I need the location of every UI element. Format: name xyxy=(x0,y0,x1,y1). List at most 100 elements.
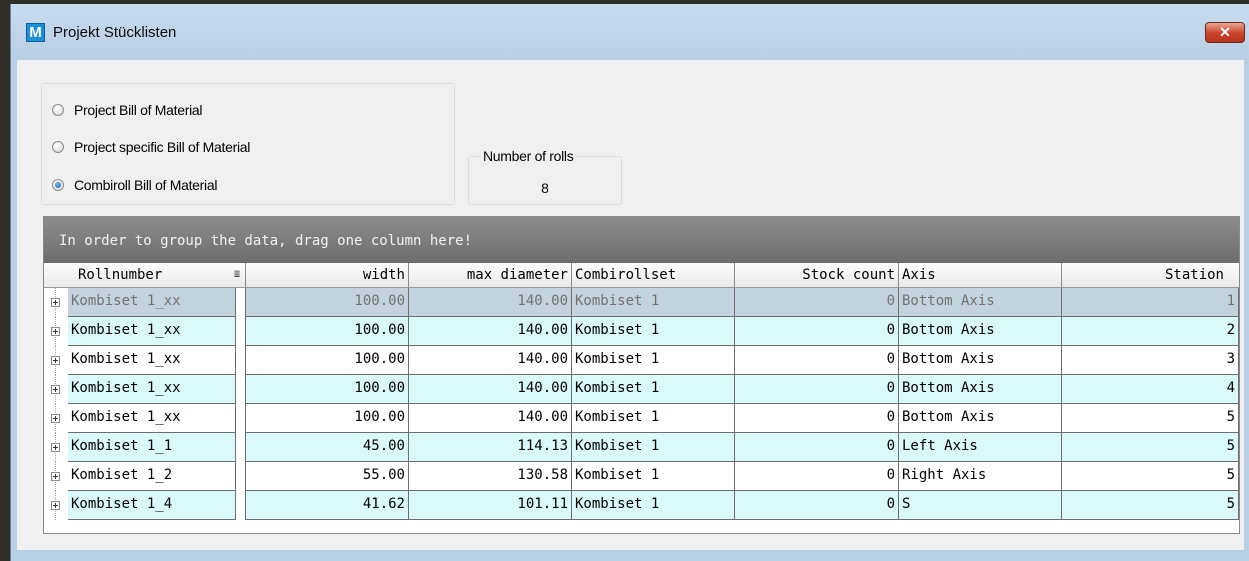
expand-plus-icon[interactable] xyxy=(51,501,60,510)
cell-axis[interactable]: Bottom Axis xyxy=(899,288,1062,317)
radio-button-icon[interactable] xyxy=(52,141,64,153)
cell-combirollset[interactable]: Kombiset 1 xyxy=(572,404,735,433)
cell-rollnumber[interactable]: Kombiset 1_xx xyxy=(68,404,236,433)
cell-rollnumber[interactable]: Kombiset 1_xx xyxy=(68,346,236,375)
cell-max-diameter[interactable]: 101.11 xyxy=(409,491,572,520)
cell-max-diameter[interactable]: 140.00 xyxy=(409,346,572,375)
cell-stock-count[interactable]: 0 xyxy=(735,491,899,520)
cell-width[interactable]: 100.00 xyxy=(246,288,409,317)
expand-plus-icon[interactable] xyxy=(51,472,60,481)
table-row[interactable]: Kombiset 1_xx 100.00 140.00 Kombiset 1 0 Bott… xyxy=(44,317,1239,346)
dialog-window: M Projekt Stücklisten ✕ Project Bill of … xyxy=(10,4,1249,561)
cell-station[interactable]: 5 xyxy=(1062,404,1239,433)
cell-stock-count[interactable]: 0 xyxy=(735,404,899,433)
cell-width[interactable]: 100.00 xyxy=(246,404,409,433)
cell-rollnumber[interactable]: Kombiset 1_1 xyxy=(68,433,236,462)
cell-max-diameter[interactable]: 140.00 xyxy=(409,317,572,346)
group-by-panel[interactable]: In order to group the data, drag one col… xyxy=(44,217,1239,263)
column-header-rollnumber[interactable]: Rollnumber xyxy=(44,263,246,287)
cell-max-diameter[interactable]: 140.00 xyxy=(409,375,572,404)
cell-station[interactable]: 5 xyxy=(1062,433,1239,462)
column-header-stock-count[interactable]: Stock count xyxy=(735,263,899,287)
cell-width[interactable]: 100.00 xyxy=(246,375,409,404)
cell-max-diameter[interactable]: 114.13 xyxy=(409,433,572,462)
cell-rollnumber[interactable]: Kombiset 1_2 xyxy=(68,462,236,491)
radio-button-icon[interactable] xyxy=(52,104,64,116)
table-row[interactable]: Kombiset 1_xx 100.00 140.00 Kombiset 1 0 Bott… xyxy=(44,288,1239,317)
expand-plus-icon[interactable] xyxy=(51,414,60,423)
cell-station[interactable]: 4 xyxy=(1062,375,1239,404)
column-header-width[interactable]: width xyxy=(246,263,409,287)
number-of-rolls-label: Number of rolls xyxy=(481,148,576,164)
row-separator xyxy=(236,462,246,491)
column-header-combirollset[interactable]: Combirollset xyxy=(572,263,735,287)
cell-rollnumber[interactable]: Kombiset 1_4 xyxy=(68,491,236,520)
cell-stock-count[interactable]: 0 xyxy=(735,433,899,462)
radio-button-checked-icon[interactable] xyxy=(52,179,64,191)
cell-rollnumber[interactable]: Kombiset 1_xx xyxy=(68,317,236,346)
client-area: Project Bill of Material Project specifi… xyxy=(17,60,1244,550)
expand-plus-icon[interactable] xyxy=(51,298,60,307)
cell-width[interactable]: 45.00 xyxy=(246,433,409,462)
cell-axis[interactable]: S xyxy=(899,491,1062,520)
cell-rollnumber[interactable]: Kombiset 1_xx xyxy=(68,375,236,404)
cell-combirollset[interactable]: Kombiset 1 xyxy=(572,433,735,462)
row-separator xyxy=(236,491,246,520)
column-header-axis[interactable]: Axis xyxy=(899,263,1062,287)
cell-rollnumber[interactable]: Kombiset 1_xx xyxy=(68,288,236,317)
cell-stock-count[interactable]: 0 xyxy=(735,346,899,375)
cell-combirollset[interactable]: Kombiset 1 xyxy=(572,346,735,375)
cell-width[interactable]: 100.00 xyxy=(246,317,409,346)
row-separator xyxy=(236,317,246,346)
radio-project-specific-bom[interactable]: Project specific Bill of Material xyxy=(52,137,250,157)
expand-plus-icon[interactable] xyxy=(51,356,60,365)
cell-stock-count[interactable]: 0 xyxy=(735,288,899,317)
cell-combirollset[interactable]: Kombiset 1 xyxy=(572,491,735,520)
table-row[interactable]: Kombiset 1_2 55.00 130.58 Kombiset 1 0 Right … xyxy=(44,462,1239,491)
table-row[interactable]: Kombiset 1_1 45.00 114.13 Kombiset 1 0 Left A… xyxy=(44,433,1239,462)
cell-stock-count[interactable]: 0 xyxy=(735,375,899,404)
cell-width[interactable]: 41.62 xyxy=(246,491,409,520)
table-row[interactable]: Kombiset 1_xx 100.00 140.00 Kombiset 1 0 Bott… xyxy=(44,404,1239,433)
radio-project-bom[interactable]: Project Bill of Material xyxy=(52,100,202,120)
cell-station[interactable]: 1 xyxy=(1062,288,1239,317)
cell-axis[interactable]: Bottom Axis xyxy=(899,375,1062,404)
cell-width[interactable]: 100.00 xyxy=(246,346,409,375)
resize-grip-icon[interactable] xyxy=(1229,523,1237,531)
radio-label: Project Bill of Material xyxy=(74,102,203,118)
cell-combirollset[interactable]: Kombiset 1 xyxy=(572,462,735,491)
table-row[interactable]: Kombiset 1_xx 100.00 140.00 Kombiset 1 0 Bott… xyxy=(44,375,1239,404)
cell-stock-count[interactable]: 0 xyxy=(735,462,899,491)
expand-plus-icon[interactable] xyxy=(51,443,60,452)
cell-width[interactable]: 55.00 xyxy=(246,462,409,491)
cell-station[interactable]: 5 xyxy=(1062,462,1239,491)
radio-combiroll-bom[interactable]: Combiroll Bill of Material xyxy=(52,175,217,195)
cell-station[interactable]: 5 xyxy=(1062,491,1239,520)
cell-combirollset[interactable]: Kombiset 1 xyxy=(572,288,735,317)
cell-axis[interactable]: Right Axis xyxy=(899,462,1062,491)
cell-axis[interactable]: Bottom Axis xyxy=(899,346,1062,375)
cell-axis[interactable]: Bottom Axis xyxy=(899,317,1062,346)
cell-max-diameter[interactable]: 140.00 xyxy=(409,404,572,433)
cell-combirollset[interactable]: Kombiset 1 xyxy=(572,375,735,404)
cell-max-diameter[interactable]: 140.00 xyxy=(409,288,572,317)
cell-max-diameter[interactable]: 130.58 xyxy=(409,462,572,491)
cell-station[interactable]: 2 xyxy=(1062,317,1239,346)
close-button[interactable]: ✕ xyxy=(1205,22,1245,43)
cell-axis[interactable]: Left Axis xyxy=(899,433,1062,462)
title-bar[interactable]: M Projekt Stücklisten ✕ xyxy=(11,4,1249,60)
cell-combirollset[interactable]: Kombiset 1 xyxy=(572,317,735,346)
row-separator xyxy=(236,404,246,433)
expand-plus-icon[interactable] xyxy=(51,385,60,394)
cell-stock-count[interactable]: 0 xyxy=(735,317,899,346)
column-header-max-diameter[interactable]: max diameter xyxy=(409,263,572,287)
cell-station[interactable]: 3 xyxy=(1062,346,1239,375)
column-menu-icon[interactable]: ≣ xyxy=(234,268,242,282)
expand-plus-icon[interactable] xyxy=(51,327,60,336)
row-separator xyxy=(236,288,246,317)
row-separator xyxy=(236,433,246,462)
column-header-station[interactable]: Station xyxy=(1062,263,1227,287)
table-row[interactable]: Kombiset 1_xx 100.00 140.00 Kombiset 1 0 Bott… xyxy=(44,346,1239,375)
table-row[interactable]: Kombiset 1_4 41.62 101.11 Kombiset 10S5 xyxy=(44,491,1239,520)
cell-axis[interactable]: Bottom Axis xyxy=(899,404,1062,433)
